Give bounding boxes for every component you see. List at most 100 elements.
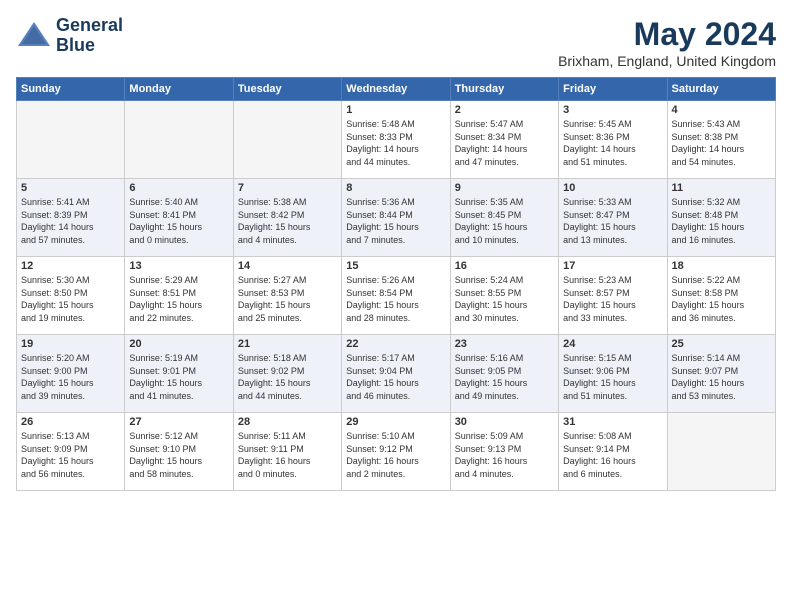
day-number: 10 [563, 182, 662, 194]
logo-text: General Blue [56, 16, 123, 56]
day-info: Sunrise: 5:33 AM Sunset: 8:47 PM Dayligh… [563, 196, 662, 246]
day-number: 13 [129, 260, 228, 272]
day-number: 17 [563, 260, 662, 272]
calendar-cell: 3Sunrise: 5:45 AM Sunset: 8:36 PM Daylig… [559, 101, 667, 179]
day-info: Sunrise: 5:27 AM Sunset: 8:53 PM Dayligh… [238, 274, 337, 324]
day-info: Sunrise: 5:24 AM Sunset: 8:55 PM Dayligh… [455, 274, 554, 324]
day-info: Sunrise: 5:41 AM Sunset: 8:39 PM Dayligh… [21, 196, 120, 246]
calendar-week-1: 1 Sunrise: 5:48 AM Sunset: 8:33 PM Daylig… [17, 101, 776, 179]
calendar-cell: 20Sunrise: 5:19 AM Sunset: 9:01 PM Dayli… [125, 335, 233, 413]
day-info: Sunrise: 5:09 AM Sunset: 9:13 PM Dayligh… [455, 430, 554, 480]
calendar-table: Sunday Monday Tuesday Wednesday Thursday… [16, 77, 776, 491]
calendar-cell: 5 Sunrise: 5:41 AM Sunset: 8:39 PM Daylig… [17, 179, 125, 257]
calendar-cell: 25Sunrise: 5:14 AM Sunset: 9:07 PM Dayli… [667, 335, 775, 413]
day-number: 19 [21, 338, 120, 350]
calendar-cell [125, 101, 233, 179]
col-sunday: Sunday [17, 78, 125, 101]
calendar-cell: 11 Sunrise: 5:32 AM Sunset: 8:48 PM Dayli… [667, 179, 775, 257]
calendar-cell: 15 Sunrise: 5:26 AM Sunset: 8:54 PM Dayli… [342, 257, 450, 335]
logo-line1: General [56, 16, 123, 36]
logo-line2: Blue [56, 36, 123, 56]
col-friday: Friday [559, 78, 667, 101]
calendar-cell: 1 Sunrise: 5:48 AM Sunset: 8:33 PM Daylig… [342, 101, 450, 179]
day-info: Sunrise: 5:38 AM Sunset: 8:42 PM Dayligh… [238, 196, 337, 246]
day-number: 2 [455, 104, 554, 116]
calendar-cell: 26 Sunrise: 5:13 AM Sunset: 9:09 PM Dayli… [17, 413, 125, 491]
calendar-cell: 17Sunrise: 5:23 AM Sunset: 8:57 PM Dayli… [559, 257, 667, 335]
day-info: Sunrise: 5:16 AM Sunset: 9:05 PM Dayligh… [455, 352, 554, 402]
day-number: 20 [129, 338, 228, 350]
day-number: 3 [563, 104, 662, 116]
day-number: 31 [563, 416, 662, 428]
day-number: 23 [455, 338, 554, 350]
calendar-cell: 30 Sunrise: 5:09 AM Sunset: 9:13 PM Dayli… [450, 413, 558, 491]
day-info: Sunrise: 5:15 AM Sunset: 9:06 PM Dayligh… [563, 352, 662, 402]
day-number: 6 [129, 182, 228, 194]
calendar-cell: 24Sunrise: 5:15 AM Sunset: 9:06 PM Dayli… [559, 335, 667, 413]
day-number: 27 [129, 416, 228, 428]
day-number: 29 [346, 416, 445, 428]
calendar-cell: 29Sunrise: 5:10 AM Sunset: 9:12 PM Dayli… [342, 413, 450, 491]
col-monday: Monday [125, 78, 233, 101]
calendar-cell: 16Sunrise: 5:24 AM Sunset: 8:55 PM Dayli… [450, 257, 558, 335]
calendar-cell: 18 Sunrise: 5:22 AM Sunset: 8:58 PM Dayli… [667, 257, 775, 335]
day-info: Sunrise: 5:32 AM Sunset: 8:48 PM Dayligh… [672, 196, 771, 246]
calendar-cell: 28 Sunrise: 5:11 AM Sunset: 9:11 PM Dayli… [233, 413, 341, 491]
calendar-week-4: 19 Sunrise: 5:20 AM Sunset: 9:00 PM Dayli… [17, 335, 776, 413]
calendar-cell [233, 101, 341, 179]
calendar-cell: 10 Sunrise: 5:33 AM Sunset: 8:47 PM Dayli… [559, 179, 667, 257]
col-wednesday: Wednesday [342, 78, 450, 101]
calendar-cell: 19 Sunrise: 5:20 AM Sunset: 9:00 PM Dayli… [17, 335, 125, 413]
day-info: Sunrise: 5:13 AM Sunset: 9:09 PM Dayligh… [21, 430, 120, 480]
calendar-cell [17, 101, 125, 179]
day-number: 22 [346, 338, 445, 350]
day-info: Sunrise: 5:48 AM Sunset: 8:33 PM Dayligh… [346, 118, 445, 168]
day-number: 18 [672, 260, 771, 272]
col-thursday: Thursday [450, 78, 558, 101]
calendar-cell: 7 Sunrise: 5:38 AM Sunset: 8:42 PM Daylig… [233, 179, 341, 257]
day-info: Sunrise: 5:26 AM Sunset: 8:54 PM Dayligh… [346, 274, 445, 324]
day-info: Sunrise: 5:29 AM Sunset: 8:51 PM Dayligh… [129, 274, 228, 324]
day-number: 21 [238, 338, 337, 350]
day-number: 7 [238, 182, 337, 194]
calendar-cell: 22 Sunrise: 5:17 AM Sunset: 9:04 PM Dayli… [342, 335, 450, 413]
location: Brixham, England, United Kingdom [558, 53, 776, 69]
calendar-cell: 4 Sunrise: 5:43 AM Sunset: 8:38 PM Daylig… [667, 101, 775, 179]
calendar-cell: 13 Sunrise: 5:29 AM Sunset: 8:51 PM Dayli… [125, 257, 233, 335]
page: General Blue May 2024 Brixham, England, … [0, 0, 792, 612]
title-area: May 2024 Brixham, England, United Kingdo… [558, 16, 776, 69]
day-number: 15 [346, 260, 445, 272]
day-info: Sunrise: 5:43 AM Sunset: 8:38 PM Dayligh… [672, 118, 771, 168]
calendar-cell: 31Sunrise: 5:08 AM Sunset: 9:14 PM Dayli… [559, 413, 667, 491]
logo-icon [16, 18, 52, 54]
col-saturday: Saturday [667, 78, 775, 101]
day-info: Sunrise: 5:35 AM Sunset: 8:45 PM Dayligh… [455, 196, 554, 246]
day-number: 28 [238, 416, 337, 428]
calendar-week-3: 12Sunrise: 5:30 AM Sunset: 8:50 PM Dayli… [17, 257, 776, 335]
month-title: May 2024 [558, 16, 776, 53]
day-info: Sunrise: 5:12 AM Sunset: 9:10 PM Dayligh… [129, 430, 228, 480]
day-number: 5 [21, 182, 120, 194]
calendar-cell: 21 Sunrise: 5:18 AM Sunset: 9:02 PM Dayli… [233, 335, 341, 413]
calendar-cell: 2 Sunrise: 5:47 AM Sunset: 8:34 PM Daylig… [450, 101, 558, 179]
day-number: 11 [672, 182, 771, 194]
calendar-cell [667, 413, 775, 491]
day-number: 4 [672, 104, 771, 116]
day-number: 8 [346, 182, 445, 194]
day-info: Sunrise: 5:22 AM Sunset: 8:58 PM Dayligh… [672, 274, 771, 324]
calendar-week-2: 5 Sunrise: 5:41 AM Sunset: 8:39 PM Daylig… [17, 179, 776, 257]
day-info: Sunrise: 5:18 AM Sunset: 9:02 PM Dayligh… [238, 352, 337, 402]
day-info: Sunrise: 5:11 AM Sunset: 9:11 PM Dayligh… [238, 430, 337, 480]
day-number: 1 [346, 104, 445, 116]
day-info: Sunrise: 5:17 AM Sunset: 9:04 PM Dayligh… [346, 352, 445, 402]
day-number: 26 [21, 416, 120, 428]
calendar-cell: 14Sunrise: 5:27 AM Sunset: 8:53 PM Dayli… [233, 257, 341, 335]
calendar-cell: 8Sunrise: 5:36 AM Sunset: 8:44 PM Daylig… [342, 179, 450, 257]
col-tuesday: Tuesday [233, 78, 341, 101]
day-info: Sunrise: 5:20 AM Sunset: 9:00 PM Dayligh… [21, 352, 120, 402]
day-number: 30 [455, 416, 554, 428]
day-info: Sunrise: 5:30 AM Sunset: 8:50 PM Dayligh… [21, 274, 120, 324]
calendar-cell: 6Sunrise: 5:40 AM Sunset: 8:41 PM Daylig… [125, 179, 233, 257]
day-info: Sunrise: 5:14 AM Sunset: 9:07 PM Dayligh… [672, 352, 771, 402]
day-info: Sunrise: 5:47 AM Sunset: 8:34 PM Dayligh… [455, 118, 554, 168]
